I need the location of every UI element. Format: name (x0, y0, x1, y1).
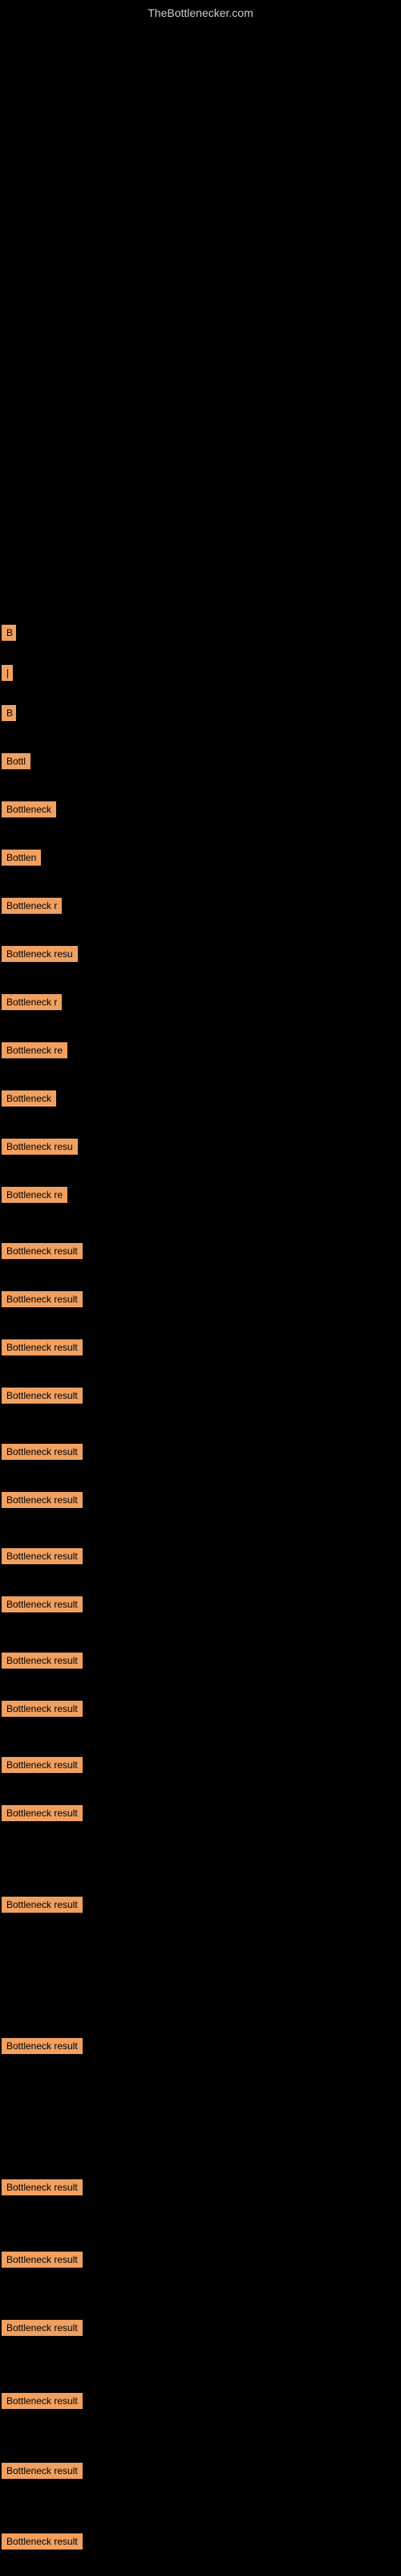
bottleneck-item[interactable]: Bottleneck result (2, 1897, 83, 1913)
bottleneck-item[interactable]: Bottleneck result (2, 1805, 83, 1821)
bottleneck-item[interactable]: Bottleneck (2, 1090, 56, 1107)
bottleneck-item[interactable]: B (2, 625, 16, 641)
bottleneck-item[interactable]: Bottleneck result (2, 1388, 83, 1404)
bottleneck-item[interactable]: Bottl (2, 753, 30, 769)
bottleneck-item[interactable]: Bottleneck result (2, 1291, 83, 1307)
bottleneck-item[interactable]: Bottleneck result (2, 1492, 83, 1508)
bottleneck-item[interactable]: Bottleneck result (2, 1757, 83, 1773)
bottleneck-item[interactable]: Bottleneck (2, 801, 56, 817)
bottleneck-item[interactable]: Bottleneck resu (2, 946, 78, 962)
bottleneck-item[interactable]: Bottleneck r (2, 994, 62, 1010)
bottleneck-item[interactable]: Bottleneck result (2, 2393, 83, 2409)
bottleneck-item[interactable]: Bottleneck re (2, 1042, 67, 1058)
bottleneck-item[interactable]: Bottleneck result (2, 2252, 83, 2268)
bottleneck-item[interactable]: Bottleneck result (2, 1243, 83, 1259)
bottleneck-item[interactable]: Bottleneck r (2, 898, 62, 914)
bottleneck-item[interactable]: Bottleneck result (2, 1596, 83, 1612)
bottleneck-item[interactable]: Bottleneck result (2, 1548, 83, 1564)
bottleneck-item[interactable]: B (2, 705, 16, 721)
bottleneck-item[interactable]: Bottleneck result (2, 1653, 83, 1669)
bottleneck-item[interactable]: Bottleneck result (2, 2533, 83, 2550)
bottleneck-item[interactable]: Bottleneck result (2, 1339, 83, 1355)
bottleneck-item[interactable]: Bottleneck result (2, 2463, 83, 2479)
bottleneck-item[interactable]: Bottleneck result (2, 2179, 83, 2195)
site-title: TheBottlenecker.com (0, 0, 401, 22)
bottleneck-item[interactable]: Bottleneck result (2, 1701, 83, 1717)
bottleneck-item[interactable]: Bottleneck resu (2, 1139, 78, 1155)
bottleneck-item[interactable]: Bottleneck re (2, 1187, 67, 1203)
bottleneck-item[interactable]: Bottlen (2, 850, 41, 866)
bottleneck-item[interactable]: Bottleneck result (2, 2038, 83, 2054)
bottleneck-item[interactable]: | (2, 665, 13, 681)
bottleneck-item[interactable]: Bottleneck result (2, 1444, 83, 1460)
bottleneck-item[interactable]: Bottleneck result (2, 2320, 83, 2336)
